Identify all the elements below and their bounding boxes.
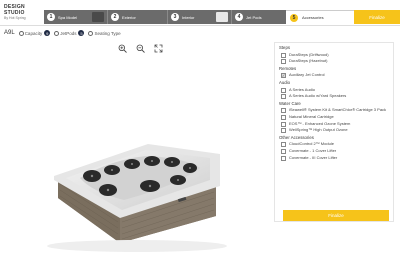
jetpods-label: JetPods: [60, 30, 77, 36]
option-checkbox[interactable]: EOS™ - Enhanced Ozone System: [281, 121, 389, 127]
checkbox[interactable]: [281, 52, 286, 58]
step-number: 2: [111, 13, 119, 21]
checkbox[interactable]: [281, 142, 286, 148]
tab-jet-pods[interactable]: 4 Jet Pods: [232, 10, 286, 24]
option-checkbox[interactable]: ✓ Auxiliary Jet Control: [281, 73, 389, 79]
checkbox[interactable]: [281, 87, 286, 93]
option-checkbox[interactable]: A Series Audio: [281, 87, 389, 93]
top-navigation: DESIGN STUDIO By Hot Spring 1 Spa Model …: [0, 0, 400, 26]
option-checkbox[interactable]: iSeawell® System Kit & SmartChlor® Cartr…: [281, 108, 389, 114]
step-label: Accessories: [302, 15, 324, 20]
model-name: A9L: [4, 30, 15, 36]
seat-icon: [88, 30, 94, 36]
step-number: 3: [171, 13, 179, 21]
option-checkbox[interactable]: Covermate - 1 Cover Lifter: [281, 148, 389, 154]
seating-label: Seating Type: [94, 30, 121, 36]
option-checkbox[interactable]: Natural Mineral Cartridge: [281, 114, 389, 120]
checkbox-checked[interactable]: ✓: [281, 73, 286, 79]
step-tabs: 1 Spa Model 2 Exterior 3 Interior 4 Jet …: [44, 10, 286, 24]
step-number: 4: [235, 13, 243, 21]
jet-icon: [54, 30, 60, 36]
option-checkbox[interactable]: CloudControl 2™ Module: [281, 142, 389, 148]
capacity-count: 9: [44, 30, 51, 36]
option-checkbox[interactable]: WellSpring™ High Output Ozone: [281, 128, 389, 134]
checkbox[interactable]: [281, 94, 286, 100]
logo[interactable]: DESIGN STUDIO By Hot Spring: [4, 4, 42, 22]
capacity-info: Capacity 9: [18, 30, 51, 36]
capacity-label: Capacity: [24, 30, 43, 36]
spa-thumbnail-icon: [92, 12, 104, 22]
checkbox[interactable]: [281, 59, 286, 65]
tab-spa-model[interactable]: 1 Spa Model: [44, 10, 108, 24]
tab-exterior[interactable]: 2 Exterior: [108, 10, 168, 24]
option-checkbox[interactable]: A Series Audio w/Yard Speakers: [281, 94, 389, 100]
checkbox[interactable]: [281, 121, 286, 127]
logo-subtitle: By Hot Spring: [4, 16, 26, 20]
section-steps: Steps: [279, 45, 290, 50]
model-info-bar: A9L Capacity 9 JetPods 5 Seating Type: [4, 28, 125, 38]
step-label: Spa Model: [58, 14, 78, 20]
step-number: 5: [290, 13, 298, 22]
jetpods-count: 5: [78, 30, 85, 36]
tab-accessories[interactable]: 5 Accessories: [286, 10, 354, 24]
finalize-button[interactable]: Finalize: [283, 210, 389, 221]
option-checkbox[interactable]: DuraSteps (Hazelnut): [281, 59, 389, 65]
step-label: Jet Pods: [246, 14, 262, 20]
checkbox[interactable]: [281, 148, 286, 154]
checkbox[interactable]: [281, 155, 286, 161]
checkbox[interactable]: [281, 128, 286, 134]
jetpods-info: JetPods 5: [54, 30, 85, 36]
spa-render-image: [47, 144, 227, 252]
spa-3d-viewport[interactable]: [0, 40, 272, 263]
seating-info[interactable]: Seating Type: [88, 30, 121, 36]
checkbox[interactable]: [281, 108, 286, 114]
person-icon: [18, 30, 24, 36]
step-label: Interior: [182, 14, 195, 20]
section-remotes: Remotes: [279, 65, 297, 71]
checkbox[interactable]: [281, 114, 286, 120]
section-other-accessories: Other Accessories: [279, 134, 314, 140]
interior-thumbnail-icon: [216, 12, 228, 22]
finalize-top-button[interactable]: Finalize: [354, 10, 400, 24]
tab-interior[interactable]: 3 Interior: [168, 10, 232, 24]
section-water-care: Water Care: [279, 100, 301, 106]
logo-title: DESIGN STUDIO: [4, 4, 25, 16]
option-checkbox[interactable]: Covermate - III Cover Lifter: [281, 155, 389, 161]
step-label: Exterior: [122, 14, 136, 20]
step-number: 1: [47, 13, 55, 21]
section-audio: Audio: [279, 79, 290, 85]
accessories-panel: Steps DuraSteps (Driftwood) DuraSteps (H…: [274, 42, 394, 222]
option-checkbox[interactable]: DuraSteps (Driftwood): [281, 52, 389, 58]
